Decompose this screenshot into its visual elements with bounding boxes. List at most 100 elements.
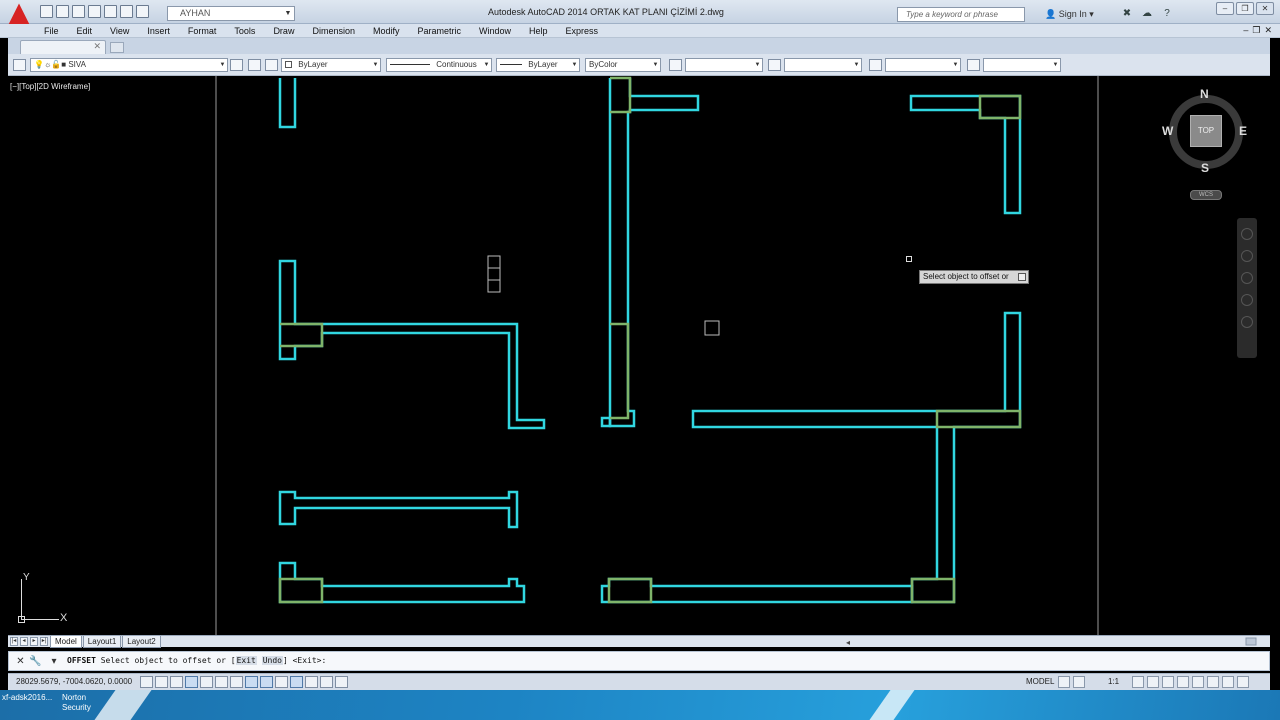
close-button[interactable]: ✕ xyxy=(1256,2,1274,15)
wall-outline[interactable] xyxy=(691,311,1022,604)
status-menu-icon[interactable] xyxy=(1222,676,1234,688)
undo-icon[interactable] xyxy=(120,5,133,18)
clean-screen-icon[interactable] xyxy=(1237,676,1249,688)
transparency-toggle[interactable] xyxy=(305,676,318,688)
last-layout-icon[interactable]: ▸| xyxy=(40,637,48,646)
option-undo[interactable]: Undo xyxy=(261,656,283,665)
menu-tools[interactable]: Tools xyxy=(228,25,261,37)
compass-east[interactable]: E xyxy=(1239,124,1247,138)
color-dropdown[interactable]: ByLayer ▼ xyxy=(281,58,381,72)
menu-view[interactable]: View xyxy=(104,25,135,37)
help-search-input[interactable]: Type a keyword or phrase xyxy=(897,7,1025,22)
object-snap-tracking-toggle[interactable] xyxy=(245,676,258,688)
make-current-layer-icon[interactable] xyxy=(230,59,243,71)
restore-button[interactable]: ❐ xyxy=(1236,2,1254,15)
allow-ucs-toggle[interactable] xyxy=(260,676,273,688)
lock-icon[interactable] xyxy=(1177,676,1189,688)
wall-joint-outline[interactable] xyxy=(978,94,1022,120)
steering-wheel-icon[interactable] xyxy=(1241,228,1253,240)
wall-joint-outline[interactable] xyxy=(278,577,324,604)
wall-joint-outline[interactable] xyxy=(607,577,653,604)
compass-west[interactable]: W xyxy=(1162,124,1173,138)
new-icon[interactable] xyxy=(40,5,53,18)
layer-dropdown[interactable]: 💡☼🔓■ SIVA ▼ xyxy=(30,58,228,72)
menu-file[interactable]: File xyxy=(38,25,65,37)
file-tab[interactable]: ✕ xyxy=(20,40,106,54)
annotation-visibility-icon[interactable] xyxy=(1132,676,1144,688)
doc-restore-button[interactable]: ❐ xyxy=(1252,25,1260,36)
first-layout-icon[interactable]: |◂ xyxy=(10,637,18,646)
quick-properties-toggle[interactable] xyxy=(320,676,333,688)
zoom-icon[interactable] xyxy=(1241,272,1253,284)
menu-help[interactable]: Help xyxy=(523,25,554,37)
doc-minimize-button[interactable]: – xyxy=(1243,25,1248,36)
drawing-area[interactable]: [−][Top][2D Wireframe] Select object to … xyxy=(8,76,1270,646)
compass-north[interactable]: N xyxy=(1200,87,1209,101)
compass-south[interactable]: S xyxy=(1201,161,1209,175)
new-tab-button[interactable] xyxy=(110,42,124,53)
viewcube[interactable]: TOP N S E W xyxy=(1162,87,1247,175)
help-icon[interactable]: ? xyxy=(1161,8,1173,19)
orbit-icon[interactable] xyxy=(1241,294,1253,306)
pan-icon[interactable] xyxy=(1241,250,1253,262)
next-layout-icon[interactable]: ▸ xyxy=(30,637,38,646)
annotation-scale[interactable]: 1:1 xyxy=(1108,677,1119,686)
menu-window[interactable]: Window xyxy=(473,25,517,37)
coordinate-readout[interactable]: 28029.5679, -7004.0620, 0.0000 xyxy=(16,677,132,686)
table-style-dropdown[interactable]: ▼ xyxy=(885,58,961,72)
plotstyle-dropdown[interactable]: ByColor ▼ xyxy=(585,58,661,72)
wall-outline[interactable] xyxy=(608,78,700,428)
polar-tracking-toggle[interactable] xyxy=(200,676,213,688)
infer-constraints-toggle[interactable] xyxy=(140,676,153,688)
snap-mode-toggle[interactable] xyxy=(155,676,168,688)
isolate-objects-icon[interactable] xyxy=(1207,676,1219,688)
dim-style-icon[interactable] xyxy=(768,59,781,71)
ortho-mode-toggle[interactable] xyxy=(185,676,198,688)
menu-dimension[interactable]: Dimension xyxy=(306,25,361,37)
open-icon[interactable] xyxy=(56,5,69,18)
redo-icon[interactable] xyxy=(136,5,149,18)
menu-draw[interactable]: Draw xyxy=(267,25,300,37)
wall-outline[interactable] xyxy=(600,577,914,604)
taskbar-item-norton[interactable]: Norton Security xyxy=(62,693,102,713)
autodesk-360-icon[interactable]: ☁ xyxy=(1141,8,1153,19)
horizontal-scrollbar[interactable]: ◂ xyxy=(846,637,1266,646)
floor-plan-drawing[interactable] xyxy=(8,76,1270,646)
auto-scale-icon[interactable] xyxy=(1147,676,1159,688)
tab-layout2[interactable]: Layout2 xyxy=(122,636,161,648)
layer-match-icon[interactable] xyxy=(265,59,278,71)
option-exit[interactable]: Exit xyxy=(235,656,257,665)
wall-outline[interactable] xyxy=(909,94,1022,215)
menu-parametric[interactable]: Parametric xyxy=(412,25,468,37)
wall-outline[interactable] xyxy=(278,259,546,430)
wall-joint-outline[interactable] xyxy=(610,76,632,114)
multileader-style-dropdown[interactable]: ▼ xyxy=(983,58,1061,72)
lineweight-toggle[interactable] xyxy=(290,676,303,688)
wall-joint-outline[interactable] xyxy=(610,322,630,420)
wcs-menu-button[interactable]: WCS xyxy=(1190,190,1222,200)
wall-outline[interactable] xyxy=(278,490,519,529)
grid-display-toggle[interactable] xyxy=(170,676,183,688)
menu-edit[interactable]: Edit xyxy=(71,25,99,37)
quick-view-drawings-icon[interactable] xyxy=(1073,676,1085,688)
tooltip-options-icon[interactable] xyxy=(1018,273,1026,281)
wall-outline[interactable] xyxy=(600,416,612,428)
model-space-button[interactable]: MODEL xyxy=(1026,677,1054,686)
lineweight-dropdown[interactable]: ByLayer ▼ xyxy=(496,58,580,72)
wall-joint-outline[interactable] xyxy=(935,409,1022,429)
layer-previous-icon[interactable] xyxy=(248,59,261,71)
object-snap-toggle[interactable] xyxy=(215,676,228,688)
3d-object-snap-toggle[interactable] xyxy=(230,676,243,688)
menu-modify[interactable]: Modify xyxy=(367,25,406,37)
wall-joint-outline[interactable] xyxy=(280,322,324,348)
command-line[interactable]: ✕ 🔧 ▾ OFFSET Select object to offset or … xyxy=(8,651,1270,671)
tab-model[interactable]: Model xyxy=(50,636,82,648)
linetype-dropdown[interactable]: Continuous ▼ xyxy=(386,58,492,72)
wall-joint-outline[interactable] xyxy=(910,577,956,604)
selection-cycling-toggle[interactable] xyxy=(335,676,348,688)
wall-outline[interactable] xyxy=(278,78,297,129)
minimize-button[interactable]: – xyxy=(1216,2,1234,15)
menu-express[interactable]: Express xyxy=(560,25,605,37)
tab-close-icon[interactable]: ✕ xyxy=(93,41,101,52)
taskbar-item[interactable]: xf-adsk2016... xyxy=(2,693,52,703)
